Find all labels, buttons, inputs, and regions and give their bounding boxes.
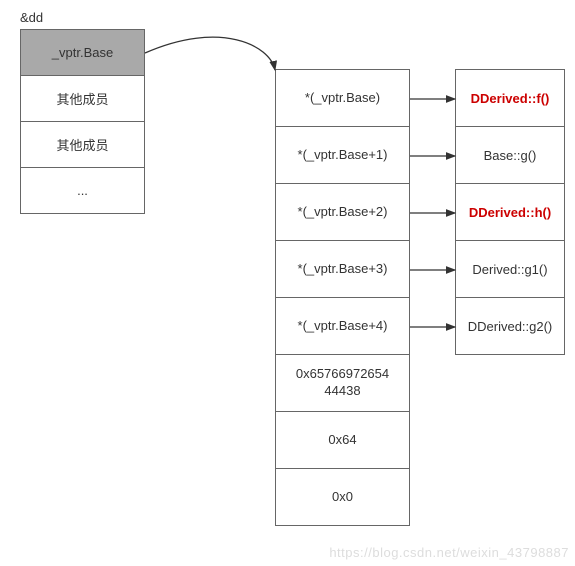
- function-label: DDerived::g2(): [468, 319, 553, 334]
- vptr-cell: _vptr.Base: [20, 29, 145, 76]
- vtable-typeinfo: 0x65766972654 44438: [275, 354, 410, 412]
- object-member-cell: 其他成员: [20, 75, 145, 122]
- function-cell: DDerived::h(): [455, 183, 565, 241]
- function-label: DDerived::h(): [469, 205, 551, 220]
- function-table: DDerived::f() Base::g() DDerived::h() De…: [455, 70, 565, 355]
- watermark: https://blog.csdn.net/weixin_43798887: [329, 545, 569, 560]
- vtable-extra: 0x0: [275, 468, 410, 526]
- function-cell: DDerived::f(): [455, 69, 565, 127]
- function-cell: Derived::g1(): [455, 240, 565, 298]
- vtable-entry: *(_vptr.Base): [275, 69, 410, 127]
- vtable-entry: *(_vptr.Base+2): [275, 183, 410, 241]
- vtable-entry: *(_vptr.Base+3): [275, 240, 410, 298]
- vtable-entry: *(_vptr.Base+4): [275, 297, 410, 355]
- function-label: Derived::g1(): [472, 262, 547, 277]
- vtable-extra: 0x64: [275, 411, 410, 469]
- function-cell: Base::g(): [455, 126, 565, 184]
- object-memory-table: _vptr.Base 其他成员 其他成员 ...: [20, 30, 145, 214]
- function-label: DDerived::f(): [471, 91, 550, 106]
- object-member-cell: 其他成员: [20, 121, 145, 168]
- vtable-entry: *(_vptr.Base+1): [275, 126, 410, 184]
- address-label: &dd: [20, 10, 43, 25]
- function-label: Base::g(): [484, 148, 537, 163]
- object-ellipsis-cell: ...: [20, 167, 145, 214]
- function-cell: DDerived::g2(): [455, 297, 565, 355]
- vtable: *(_vptr.Base) *(_vptr.Base+1) *(_vptr.Ba…: [275, 70, 410, 526]
